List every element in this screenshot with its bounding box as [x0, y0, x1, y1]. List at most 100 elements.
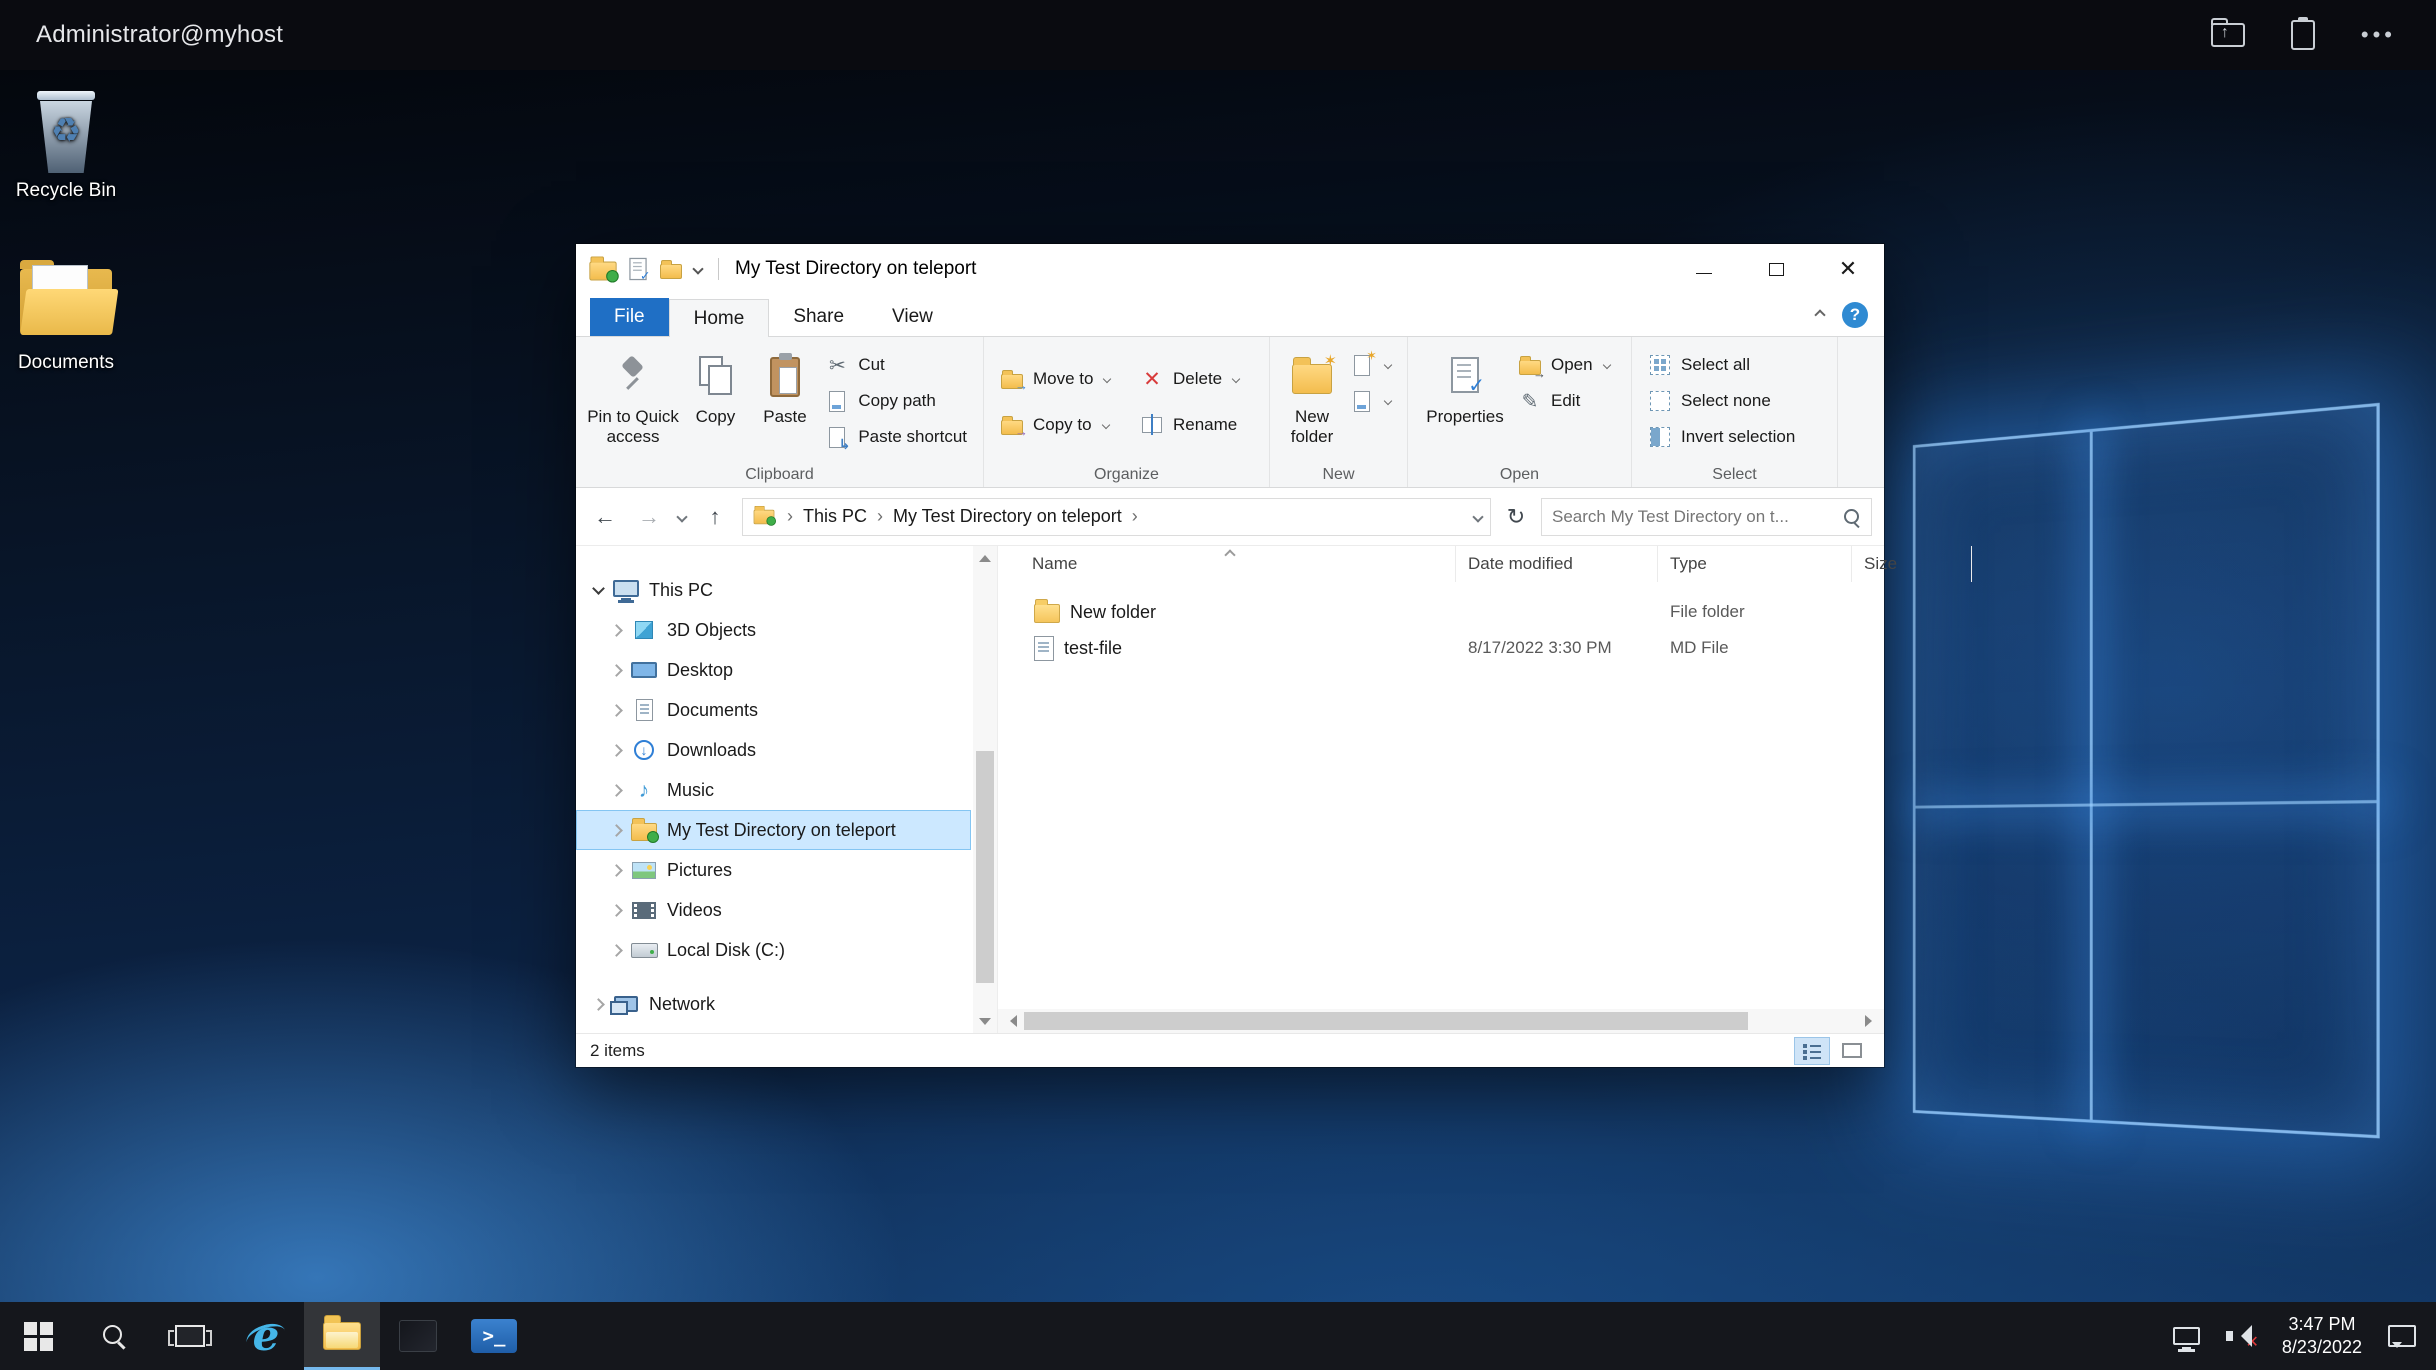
select-all-button[interactable]: Select all	[1642, 347, 1801, 383]
column-header-size[interactable]: Size	[1852, 546, 1972, 582]
back-button[interactable]: ←	[588, 504, 622, 530]
nav-scrollbar[interactable]	[973, 546, 997, 1033]
scroll-down-icon[interactable]	[973, 1011, 997, 1033]
chevron-collapsed-icon[interactable]	[610, 904, 623, 917]
tab-file[interactable]: File	[590, 298, 669, 336]
chevron-collapsed-icon[interactable]	[610, 664, 623, 677]
paste-button[interactable]: Paste	[751, 343, 820, 427]
delete-button[interactable]: ✕ Delete	[1134, 361, 1256, 397]
column-header-type[interactable]: Type	[1658, 546, 1852, 582]
select-none-button[interactable]: Select none	[1642, 383, 1801, 419]
tab-view[interactable]: View	[868, 298, 957, 336]
search-input[interactable]	[1552, 507, 1843, 527]
recent-locations-chevron-icon[interactable]	[676, 511, 687, 522]
paste-shortcut-button[interactable]: Paste shortcut	[819, 419, 973, 455]
nav-item-pictures[interactable]: Pictures	[576, 850, 971, 890]
qat-new-folder-icon[interactable]	[660, 264, 682, 279]
file-transfer-icon[interactable]: ↑	[2211, 23, 2245, 47]
chevron-expanded-icon[interactable]	[592, 582, 605, 595]
chevron-collapsed-icon[interactable]	[610, 864, 623, 877]
column-header-name[interactable]: Name	[998, 546, 1456, 582]
new-item-button[interactable]: ✶	[1344, 347, 1397, 383]
chevron-collapsed-icon[interactable]	[610, 704, 623, 717]
copy-path-button[interactable]: Copy path	[819, 383, 973, 419]
crumb-separator-icon[interactable]: ›	[1130, 506, 1140, 527]
file-row-test-file[interactable]: test-file 8/17/2022 3:30 PM MD File	[998, 630, 1884, 666]
nav-item-3d-objects[interactable]: 3D Objects	[576, 610, 971, 650]
scroll-right-icon[interactable]	[1865, 1015, 1878, 1027]
pin-to-quick-access-button[interactable]: Pin to Quick access	[586, 343, 680, 447]
nav-item-desktop[interactable]: Desktop	[576, 650, 971, 690]
cut-button[interactable]: ✂ Cut	[819, 347, 973, 383]
breadcrumb-this-pc[interactable]: This PC	[803, 506, 867, 527]
address-bar[interactable]: › This PC › My Test Directory on telepor…	[742, 498, 1491, 536]
up-button[interactable]: ↑	[698, 504, 732, 530]
tab-share[interactable]: Share	[769, 298, 868, 336]
chevron-collapsed-icon[interactable]	[610, 624, 623, 637]
search-box[interactable]	[1541, 498, 1872, 536]
chevron-collapsed-icon[interactable]	[610, 944, 623, 957]
nav-item-local-disk-c[interactable]: Local Disk (C:)	[576, 930, 971, 970]
chevron-collapsed-icon[interactable]	[610, 784, 623, 797]
close-button[interactable]: ✕	[1812, 244, 1884, 294]
file-explorer-button[interactable]	[304, 1302, 380, 1370]
network-tray-icon[interactable]	[2173, 1327, 2200, 1345]
clipboard-icon[interactable]	[2291, 20, 2315, 50]
breadcrumb-current[interactable]: My Test Directory on teleport	[893, 506, 1122, 527]
chevron-collapsed-icon[interactable]	[610, 824, 623, 837]
qat-customize-chevron-icon[interactable]	[692, 263, 703, 274]
thumbnails-view-button[interactable]	[1834, 1037, 1870, 1065]
taskbar-search-button[interactable]	[76, 1302, 152, 1370]
horizontal-scrollbar-thumb[interactable]	[1024, 1012, 1748, 1030]
new-folder-button[interactable]: New folder	[1280, 343, 1344, 447]
start-button[interactable]	[0, 1302, 76, 1370]
open-button[interactable]: Open	[1512, 347, 1616, 383]
move-to-button[interactable]: → Move to	[994, 361, 1134, 397]
nav-item-music[interactable]: ♪ Music	[576, 770, 971, 810]
collapse-ribbon-icon[interactable]	[1814, 309, 1825, 320]
invert-selection-button[interactable]: Invert selection	[1642, 419, 1801, 455]
minimize-button[interactable]	[1668, 244, 1740, 294]
pinned-app-button[interactable]	[380, 1302, 456, 1370]
nav-item-downloads[interactable]: ↓ Downloads	[576, 730, 971, 770]
internet-explorer-button[interactable]: e	[228, 1302, 304, 1370]
scroll-left-icon[interactable]	[1004, 1015, 1017, 1027]
powershell-button[interactable]: >_	[456, 1302, 532, 1370]
edit-button[interactable]: ✎ Edit	[1512, 383, 1616, 419]
nav-scrollbar-thumb[interactable]	[976, 751, 994, 983]
scroll-up-icon[interactable]	[973, 546, 997, 568]
column-header-date-modified[interactable]: Date modified	[1456, 546, 1658, 582]
crumb-separator-icon[interactable]: ›	[875, 506, 885, 527]
details-view-button[interactable]	[1794, 1037, 1830, 1065]
volume-muted-icon[interactable]: ✕	[2226, 1324, 2256, 1348]
maximize-button[interactable]	[1740, 244, 1812, 294]
rename-button[interactable]: Rename	[1134, 407, 1256, 443]
desktop-icon-recycle-bin[interactable]: ♻ Recycle Bin	[0, 84, 132, 202]
properties-button[interactable]: Properties	[1418, 343, 1512, 427]
forward-button[interactable]: →	[632, 504, 666, 530]
tab-home[interactable]: Home	[669, 299, 770, 337]
copy-button[interactable]: Copy	[680, 343, 751, 427]
chevron-collapsed-icon[interactable]	[592, 998, 605, 1011]
help-icon[interactable]: ?	[1842, 302, 1868, 328]
file-row-new-folder[interactable]: New folder File folder	[998, 594, 1884, 630]
nav-item-videos[interactable]: Videos	[576, 890, 971, 930]
more-options-icon[interactable]: •••	[2361, 24, 2396, 46]
nav-item-documents[interactable]: Documents	[576, 690, 971, 730]
task-view-button[interactable]	[152, 1302, 228, 1370]
nav-item-my-test-directory[interactable]: My Test Directory on teleport	[576, 810, 971, 850]
address-dropdown-chevron-icon[interactable]	[1472, 511, 1483, 522]
nav-item-this-pc[interactable]: This PC	[576, 570, 971, 610]
nav-item-network[interactable]: Network	[576, 984, 971, 1024]
taskbar-clock[interactable]: 3:47 PM 8/23/2022	[2282, 1313, 2362, 1360]
horizontal-scrollbar[interactable]	[998, 1009, 1884, 1033]
chevron-collapsed-icon[interactable]	[610, 744, 623, 757]
desktop-icon-documents[interactable]: Documents	[0, 256, 132, 374]
title-bar[interactable]: My Test Directory on teleport ✕	[576, 244, 1884, 294]
easy-access-button[interactable]	[1344, 383, 1397, 419]
copy-to-button[interactable]: → Copy to	[994, 407, 1134, 443]
refresh-icon[interactable]: ↻	[1501, 504, 1531, 530]
crumb-separator-icon[interactable]: ›	[785, 506, 795, 527]
search-icon[interactable]	[1843, 508, 1861, 526]
qat-properties-icon[interactable]	[629, 258, 646, 280]
